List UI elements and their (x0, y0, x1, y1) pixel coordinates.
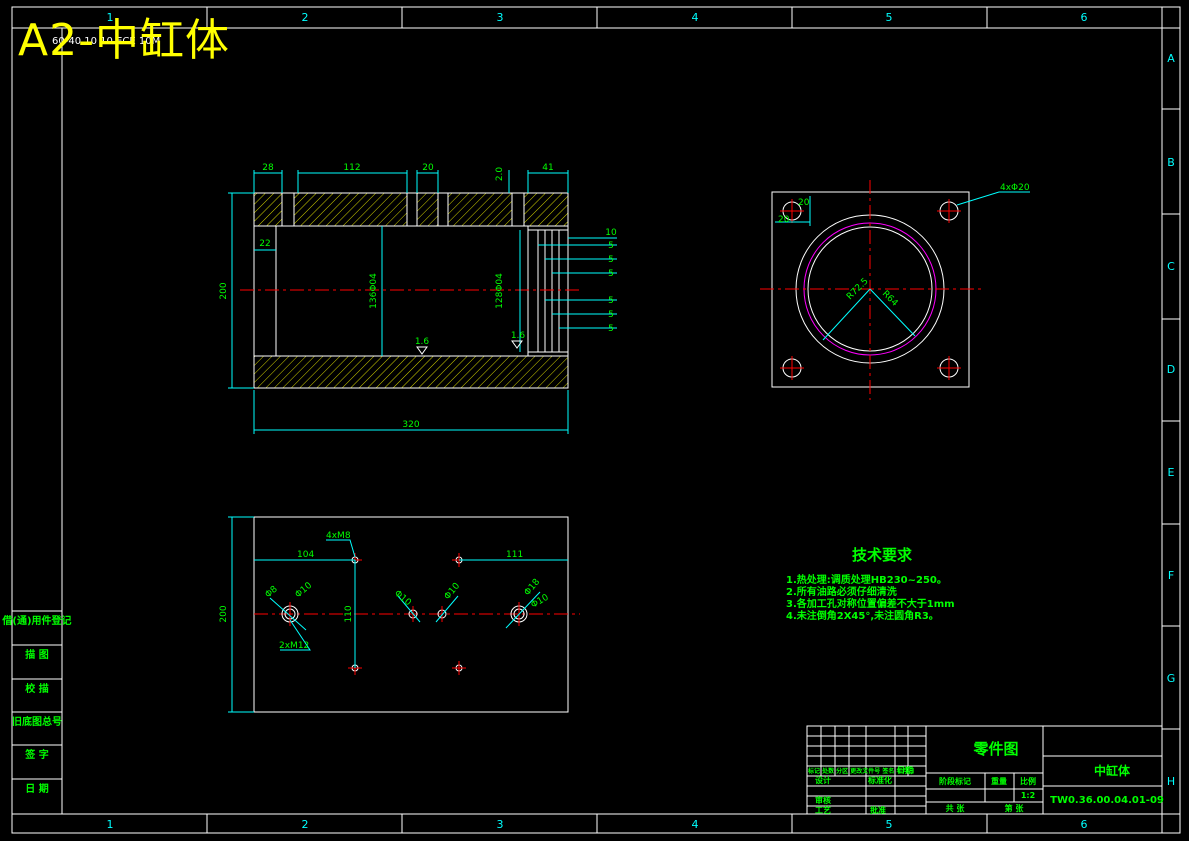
sidebar-cell-trace: 描 图 (25, 648, 48, 661)
zone-col-3-bottom: 3 (497, 818, 504, 831)
zone-row-b: B (1167, 156, 1175, 169)
roughness-left: 1.6 (415, 337, 430, 347)
tech-requirement-4: 4.未注倒角2X45°,未注圆角R3。 (786, 611, 939, 622)
front-bottom-wall (253, 355, 569, 389)
dim-stack-5e: 5 (608, 310, 614, 320)
title-label-sheet-total: 共 张 (946, 803, 966, 813)
dim-overall-height: 200 (219, 282, 229, 299)
drawing-canvas: 1 2 3 4 5 6 1 2 3 4 5 6 A B C D E F G H … (1, 6, 1181, 834)
title-label-standard: 标准化 (867, 775, 892, 785)
title-label-approve: 批准 (870, 805, 886, 815)
dim-side-20-x: 20 (778, 215, 790, 225)
dim-22: 22 (259, 239, 270, 249)
zone-row-f: F (1168, 569, 1174, 582)
sidebar-cell-check: 校 描 (25, 682, 48, 695)
zone-col-5-bottom: 5 (886, 818, 893, 831)
dim-stack-5f: 5 (608, 324, 614, 334)
callout-4xphi20: 4xΦ20 (1000, 183, 1030, 193)
tech-requirement-3: 3.各加工孔对称位置偏差不大于1mm (786, 599, 955, 610)
dim-110: 110 (344, 605, 354, 622)
title-drawing-no: TW0.36.00.04.01-09 (1050, 795, 1164, 806)
dim-20: 20 (422, 163, 434, 173)
dim-bore-right: 128Φ04 (495, 273, 505, 309)
zone-col-1-bottom: 1 (107, 818, 114, 831)
title-label-process: 工艺 (815, 805, 831, 815)
zone-row-e: E (1168, 466, 1175, 479)
dim-104: 104 (297, 550, 314, 560)
frame-zone-ticks (206, 7, 1180, 833)
zone-col-3-top: 3 (497, 11, 504, 24)
zone-col-6-top: 6 (1081, 11, 1088, 24)
zone-row-h: H (1167, 775, 1175, 788)
dim-stack-5c: 5 (608, 269, 614, 279)
callout-4xm8: 4xM8 (326, 531, 351, 541)
zone-col-6-bottom: 6 (1081, 818, 1088, 831)
technical-requirements: 技术要求 1.热处理:调质处理HB230~250。 2.所有油路必须仔细清洗 3… (786, 544, 955, 623)
zone-col-2-top: 2 (302, 11, 309, 24)
dim-stack-10: 10 (605, 228, 617, 238)
title-label-design: 设计 (815, 775, 831, 785)
title-label-date: 日期 (897, 765, 913, 775)
dim-side-20-y: 20 (798, 198, 810, 208)
dim-phi8: Φ8 (264, 584, 280, 600)
title-label-sheet-no: 第 张 (1005, 803, 1025, 813)
zone-col-4-bottom: 4 (692, 818, 699, 831)
dim-overall-length: 320 (402, 420, 419, 430)
drawing-title: A2-中缸体 (18, 15, 230, 66)
zone-col-4-top: 4 (692, 11, 699, 24)
front-section-view: 28 112 20 2.0 41 200 22 136Φ04 128Φ04 1.… (219, 163, 617, 434)
drawing-frame (11, 6, 1181, 834)
tech-requirement-2: 2.所有油路必须仔细清洗 (786, 587, 897, 598)
title-label-ratio: 比例 (1020, 776, 1036, 786)
title-part-name: 中缸体 (1094, 763, 1131, 778)
title-label-stage: 阶段标记 (939, 776, 971, 786)
dim-phi10-a: Φ10 (294, 581, 315, 601)
sidebar-cell-date: 日 期 (25, 782, 48, 795)
dim-bore-left: 136Φ04 (369, 273, 379, 309)
dim-phi10-d: Φ10 (530, 593, 551, 611)
tech-requirements-heading: 技术要求 (852, 546, 913, 564)
title-scale: 1:2 (1021, 791, 1035, 800)
dim-stack-5a: 5 (608, 241, 614, 251)
tech-requirement-1: 1.热处理:调质处理HB230~250。 (786, 575, 947, 586)
zone-col-2-bottom: 2 (302, 818, 309, 831)
zone-col-5-top: 5 (886, 11, 893, 24)
title-label-weight: 重量 (991, 776, 1007, 786)
zone-row-g: G (1167, 672, 1176, 685)
dim-bottom-200: 200 (219, 605, 229, 622)
sidebar-cell-sign: 签 字 (24, 748, 48, 761)
dim-phi10-c: Φ10 (443, 581, 463, 602)
dim-111: 111 (506, 550, 523, 560)
title-label-review: 审核 (815, 795, 831, 805)
side-end-view: 4xΦ20 20 20 R72.5 R64 (760, 180, 1030, 400)
roughness-symbol-left (416, 346, 428, 355)
dim-phi18: Φ18 (523, 577, 543, 598)
dim-phi10-b: Φ10 (392, 589, 413, 609)
sidebar-cell-old-no: 旧底图总号 (12, 715, 62, 728)
zone-row-d: D (1167, 363, 1175, 376)
dim-2-0: 2.0 (495, 167, 505, 182)
dim-stack-5b: 5 (608, 255, 614, 265)
dim-28: 28 (262, 163, 274, 173)
sidebar-cell-borrow: 借(通)用件登记 (1, 614, 71, 627)
zone-row-c: C (1167, 260, 1175, 273)
roughness-right: 1.6 (511, 331, 526, 341)
dim-r64: R64 (880, 289, 900, 309)
bottom-plan-view: 200 4xM8 104 111 110 Φ8 Φ10 Φ10 Φ10 Φ18 … (219, 516, 580, 713)
callout-2xm12: 2xM12 (279, 641, 309, 651)
zone-row-a: A (1167, 52, 1175, 65)
dim-112: 112 (343, 163, 360, 173)
dim-stack-5d: 5 (608, 296, 614, 306)
dim-41: 41 (542, 163, 553, 173)
title-doc-type: 零件图 (972, 740, 1018, 758)
